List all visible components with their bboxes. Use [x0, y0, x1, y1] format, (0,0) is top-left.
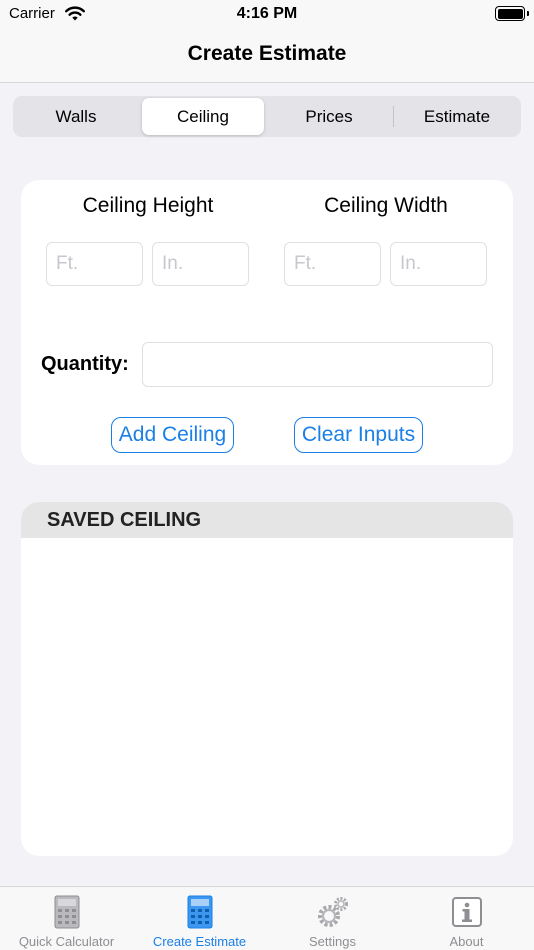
segment-divider — [393, 106, 394, 127]
calculator-icon — [187, 895, 212, 929]
calculator-icon — [54, 895, 79, 929]
tab-label: Quick Calculator — [18, 934, 115, 949]
saved-ceiling-header: SAVED CEILING — [21, 502, 513, 538]
quantity-label: Quantity: — [41, 353, 129, 375]
tab-bar: Quick Calculator Create Estimate Setting… — [0, 886, 534, 950]
gear-icon — [317, 897, 348, 927]
clear-inputs-button[interactable]: Clear Inputs — [294, 417, 423, 453]
ceiling-height-label: Ceiling Height — [82, 194, 214, 217]
tab-create-estimate[interactable]: Create Estimate — [133, 887, 266, 950]
tab-label: Create Estimate — [152, 934, 247, 949]
tab-label: About — [449, 934, 484, 949]
add-ceiling-button[interactable]: Add Ceiling — [111, 417, 234, 453]
segmented-control: Walls Ceiling Prices Estimate — [13, 96, 521, 137]
height-inches-input[interactable] — [152, 242, 249, 286]
segment-prices[interactable]: Prices — [268, 98, 390, 135]
width-feet-input[interactable] — [284, 242, 381, 286]
segment-label: Estimate — [423, 106, 491, 126]
clock: 4:16 PM — [236, 5, 298, 22]
battery-icon — [495, 6, 525, 21]
segment-label: Walls — [55, 106, 97, 126]
tab-quick-calculator[interactable]: Quick Calculator — [0, 887, 133, 950]
status-bar: Carrier 4:16 PM — [0, 0, 534, 30]
segment-label: Prices — [305, 106, 353, 126]
tab-settings[interactable]: Settings — [266, 887, 399, 950]
ceiling-width-label: Ceiling Width — [324, 194, 448, 217]
height-feet-input[interactable] — [46, 242, 143, 286]
page-title: Create Estimate — [187, 42, 347, 65]
segment-ceiling[interactable]: Ceiling — [142, 98, 264, 135]
battery-tip — [527, 11, 529, 16]
tab-label: Settings — [309, 934, 356, 949]
saved-ceiling-list: SAVED CEILING — [21, 502, 513, 856]
ceiling-input-card: Ceiling Height Ceiling Width Quantity: A… — [21, 180, 513, 465]
quantity-input[interactable] — [142, 342, 493, 387]
tab-about[interactable]: About — [400, 887, 533, 950]
info-icon — [451, 897, 482, 927]
segment-label: Ceiling — [177, 106, 229, 126]
segment-estimate[interactable]: Estimate — [396, 98, 518, 135]
segment-walls[interactable]: Walls — [15, 98, 137, 135]
width-inches-input[interactable] — [390, 242, 487, 286]
navigation-bar: Create Estimate — [0, 30, 534, 83]
